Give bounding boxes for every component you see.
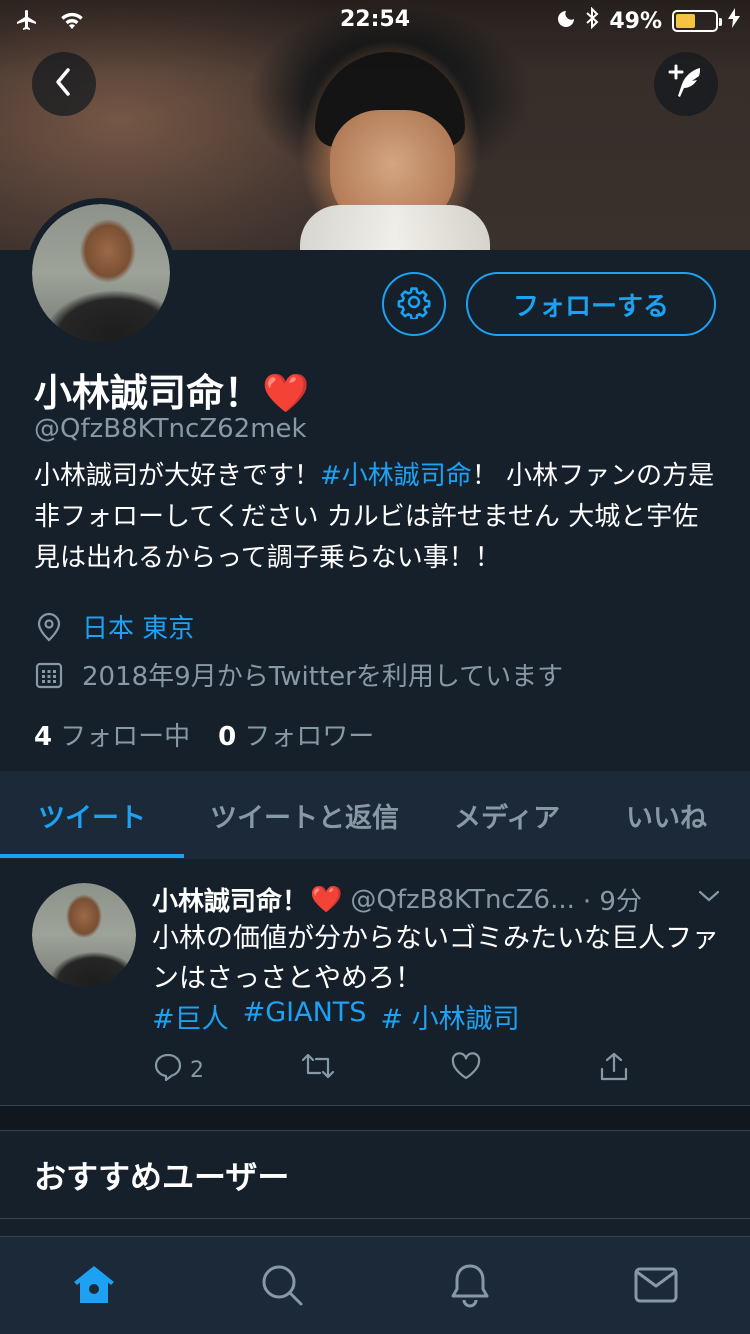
location-row: 日本 東京 [34,608,194,645]
active-tab-indicator [0,854,184,858]
moon-icon [557,9,575,34]
search-icon [260,1263,304,1311]
calendar-icon [34,660,64,690]
joined-text: 2018年9月からTwitterを利用しています [82,662,564,692]
chevron-down-icon[interactable] [696,887,722,909]
joined-row: 2018年9月からTwitterを利用しています [34,656,563,693]
location-text[interactable]: 日本 東京 [82,608,194,645]
like-button[interactable] [450,1051,482,1087]
banner-face [330,110,455,230]
profile-bio: 小林誠司が大好きです！#小林誠司命！ 小林ファンの方是非フォローしてください カ… [34,456,724,579]
section-divider [0,1218,750,1219]
tweet-hashtag[interactable]: #GIANTS [243,997,367,1036]
bluetooth-icon [585,6,599,35]
recommended-users-title: おすすめユーザー [34,1158,290,1196]
home-icon [71,1263,117,1311]
section-divider [0,1105,750,1131]
chevron-left-icon [52,66,76,102]
tab-likes[interactable]: いいね [626,771,707,859]
gear-icon [397,285,431,323]
tweet-item[interactable]: 小林誠司命！ ❤️ @QfzB8KTncZ6... · 9分 小林の価値が分から… [0,859,750,1105]
follow-counts: 4 フォロー中 0 フォロワー [34,716,374,753]
tweet-text: 小林の価値が分からないゴミみたいな巨人ファンはさっさとやめろ！ [152,923,719,994]
bio-text-1: 小林誠司が大好きです！ [34,461,321,491]
battery-fill [676,14,695,28]
charging-icon [728,8,740,34]
tweet-header: 小林誠司命！ ❤️ @QfzB8KTncZ6... · 9分 [152,881,642,918]
battery-icon [672,10,722,32]
bottom-nav [0,1236,750,1334]
tweet-avatar-image [32,883,136,987]
tweet-avatar[interactable] [32,883,136,987]
following-link[interactable]: 4 フォロー中 [34,716,190,753]
avatar-image [32,204,170,342]
following-label: フォロー中 [60,722,191,752]
followers-count: 0 [218,722,237,752]
reply-icon [152,1051,184,1089]
profile-handle: @QfzB8KTncZ62mek [34,414,307,444]
battery-percent: 49% [609,8,662,34]
bell-icon [448,1262,492,1312]
profile-tabs: ツイート ツイートと返信 メディア いいね [0,771,750,859]
bio-hashtag[interactable]: #小林誠司命 [320,461,472,491]
tweet-heart-emoji: ❤️ [310,884,343,915]
following-count: 4 [34,722,53,752]
status-bar: 22:54 49% [0,0,750,40]
nav-search[interactable] [258,1263,306,1311]
nav-notifications[interactable] [446,1263,494,1311]
tweet-author-name: 小林誠司命！ [152,887,309,917]
tweet-author-handle: @QfzB8KTncZ6... [350,884,575,915]
tab-tweets-replies[interactable]: ツイートと返信 [210,771,399,859]
tweet-actions: 2 [152,1051,652,1091]
display-name-text: 小林誠司命！ [34,371,263,415]
banner-body [300,205,490,250]
tab-media[interactable]: メディア [454,771,560,859]
share-icon [598,1051,630,1089]
back-button[interactable] [32,52,96,116]
retweet-button[interactable] [300,1051,336,1087]
tweet-hashtag[interactable]: #巨人 [152,997,229,1036]
followers-link[interactable]: 0 フォロワー [218,716,374,753]
nav-messages[interactable] [632,1263,680,1311]
compose-tweet-button[interactable] [654,52,718,116]
compose-tweet-icon [666,62,706,106]
share-button[interactable] [598,1051,630,1089]
banner-helmet [315,52,465,147]
tab-tweets[interactable]: ツイート [38,771,146,859]
mail-icon [633,1266,679,1308]
reply-count: 2 [190,1057,204,1083]
heart-emoji: ❤️ [262,371,310,415]
nav-home[interactable] [70,1263,118,1311]
settings-button[interactable] [382,272,446,336]
retweet-icon [300,1051,336,1087]
followers-label: フォロワー [244,722,375,752]
profile-avatar[interactable] [26,198,176,348]
display-name: 小林誠司命！❤️ [34,362,309,417]
follow-button[interactable]: フォローする [466,272,716,336]
location-pin-icon [34,612,64,642]
tweet-time: · 9分 [582,887,642,917]
tweet-hashtag[interactable]: # 小林誠司 [380,997,519,1036]
heart-icon [450,1051,482,1087]
tweet-hashtags: #巨人 #GIANTS # 小林誠司 [152,997,520,1036]
reply-button[interactable]: 2 [152,1051,204,1089]
